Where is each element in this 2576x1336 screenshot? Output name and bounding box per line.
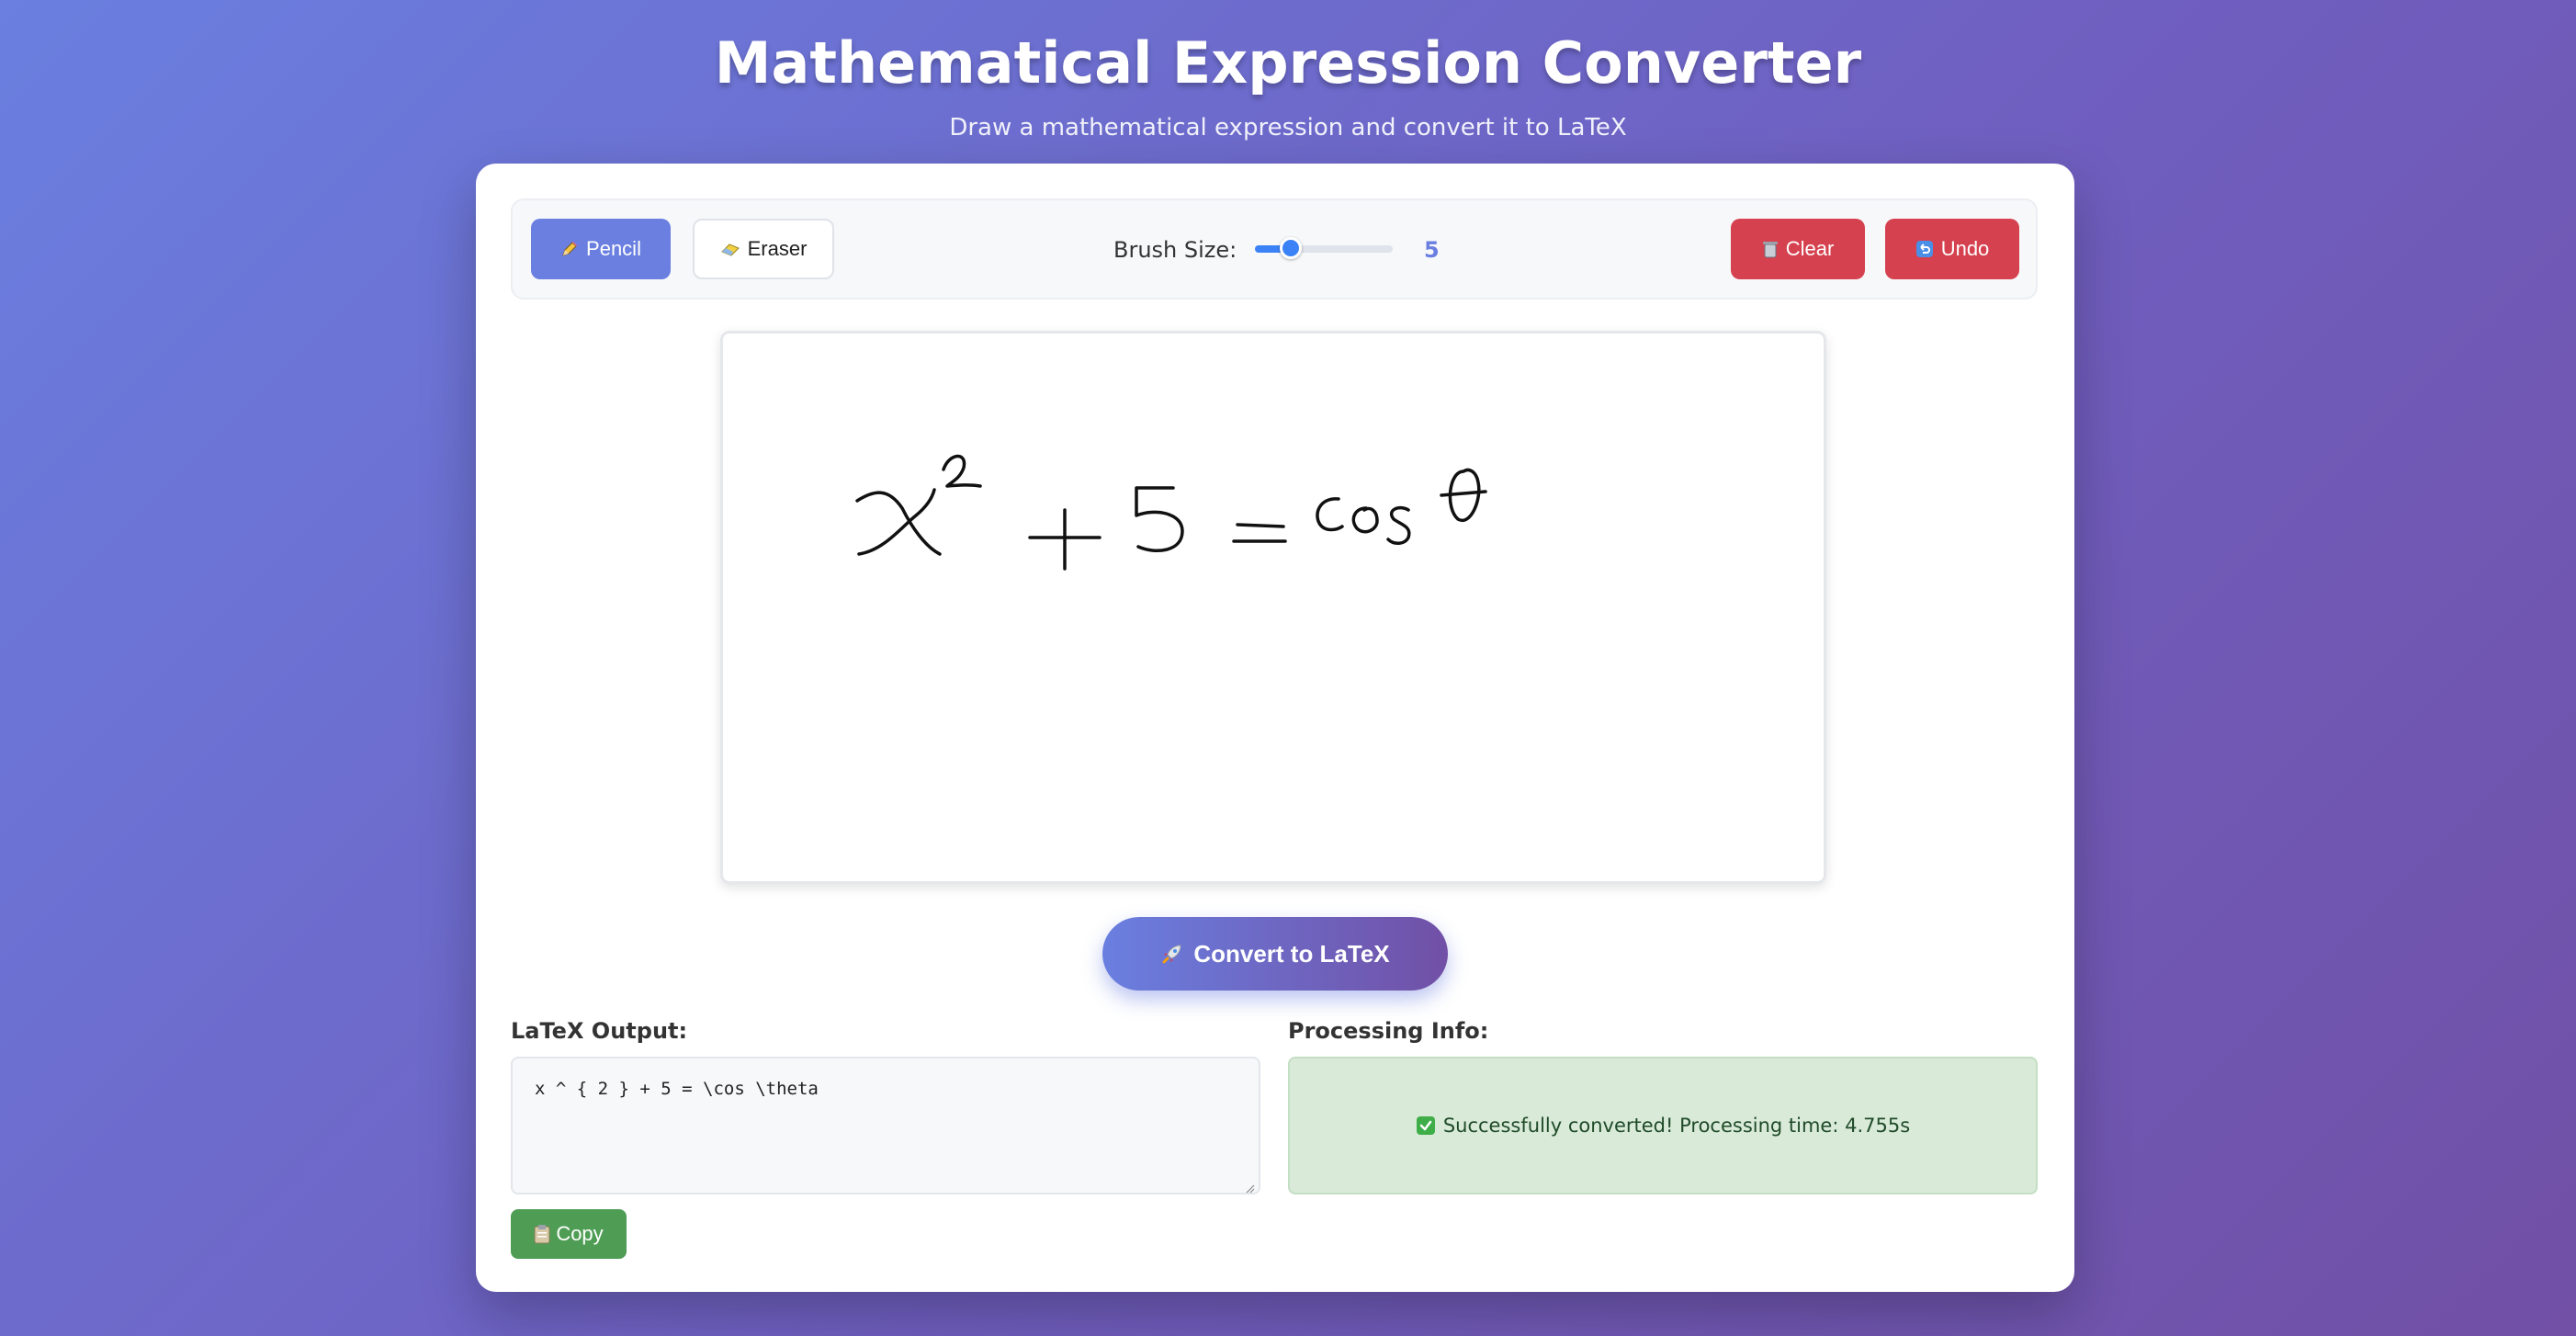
latex-output-text: x ^ { 2 } + 5 = \cos \theta — [535, 1079, 819, 1099]
main-card: Pencil Eraser Brush Size: 5 Clear Undo C… — [476, 164, 2074, 1292]
clipboard-icon — [534, 1224, 550, 1244]
resize-handle-icon[interactable] — [1244, 1178, 1255, 1194]
undo-icon — [1915, 240, 1934, 258]
eraser-label: Eraser — [747, 237, 808, 260]
pencil-icon — [560, 240, 579, 258]
drawing-canvas[interactable] — [720, 331, 1826, 884]
pencil-label: Pencil — [586, 237, 641, 260]
brush-size-label: Brush Size: — [1113, 237, 1237, 263]
eraser-button[interactable]: Eraser — [693, 219, 834, 279]
convert-to-latex-button[interactable]: Convert to LaTeX — [1102, 917, 1448, 991]
toolbar: Pencil Eraser Brush Size: 5 Clear Undo — [511, 198, 2038, 300]
rocket-icon — [1160, 942, 1184, 966]
processing-info-label: Processing Info: — [1288, 1018, 1489, 1044]
copy-button[interactable]: Copy — [511, 1209, 627, 1259]
page-subtitle: Draw a mathematical expression and conve… — [949, 114, 1627, 142]
convert-label: Convert to LaTeX — [1193, 939, 1390, 968]
brush-size-value: 5 — [1424, 237, 1440, 263]
handwritten-expression — [855, 454, 1487, 571]
processing-info-text: Successfully converted! Processing time:… — [1442, 1115, 1911, 1137]
check-icon — [1416, 1115, 1436, 1136]
processing-info-box: Successfully converted! Processing time:… — [1288, 1057, 2038, 1194]
eraser-icon — [720, 241, 740, 257]
latex-output-label: LaTeX Output: — [511, 1018, 688, 1044]
copy-label: Copy — [556, 1222, 604, 1245]
trash-icon — [1762, 240, 1779, 258]
page-header: Mathematical Expression Converter Draw a… — [0, 28, 2576, 143]
pencil-button[interactable]: Pencil — [531, 219, 671, 279]
page-title: Mathematical Expression Converter — [714, 29, 1862, 96]
brush-size-slider[interactable] — [1255, 237, 1393, 259]
clear-label: Clear — [1785, 237, 1835, 260]
undo-label: Undo — [1940, 237, 1990, 260]
clear-button[interactable]: Clear — [1731, 219, 1865, 279]
slider-thumb[interactable] — [1279, 237, 1302, 259]
latex-output-textarea[interactable]: x ^ { 2 } + 5 = \cos \theta — [511, 1057, 1260, 1194]
undo-button[interactable]: Undo — [1885, 219, 2019, 279]
